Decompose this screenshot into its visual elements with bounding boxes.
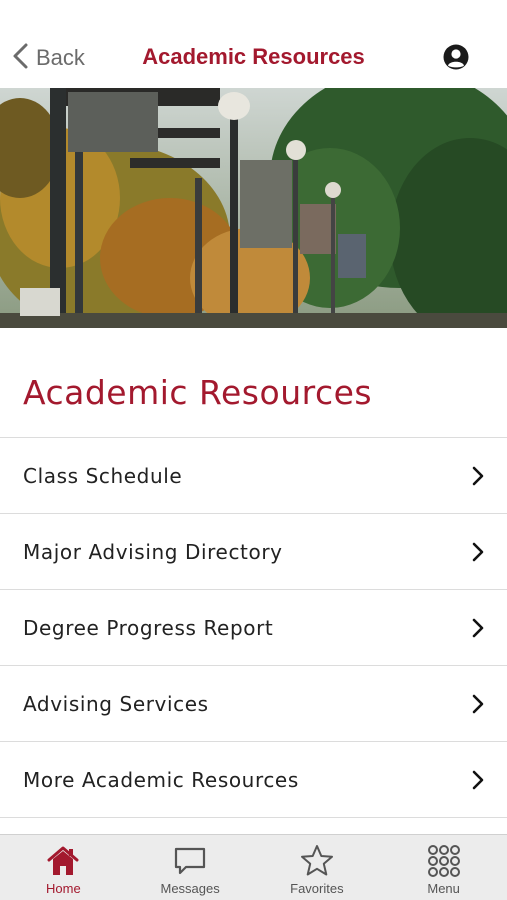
tab-messages[interactable]: Messages (127, 835, 254, 900)
tab-home[interactable]: Home (0, 835, 127, 900)
list-item-advising-services[interactable]: Advising Services (0, 666, 507, 742)
grid-menu-icon (427, 845, 460, 877)
back-button[interactable]: Back (10, 38, 85, 78)
user-circle-icon (443, 44, 469, 70)
list-item-class-schedule[interactable]: Class Schedule (0, 438, 507, 514)
list-item-label: Class Schedule (23, 463, 183, 488)
list-item-label: Advising Services (23, 691, 209, 716)
star-icon (300, 845, 333, 876)
tab-label: Home (46, 881, 81, 896)
tab-menu[interactable]: Menu (380, 835, 507, 900)
message-icon (175, 847, 206, 875)
tab-label: Menu (427, 881, 460, 896)
profile-button[interactable] (443, 44, 469, 70)
back-label: Back (36, 45, 85, 70)
section-heading: Academic Resources (23, 373, 373, 412)
hero-campus-image (0, 88, 507, 328)
chevron-right-icon (472, 770, 484, 789)
chevron-left-icon (10, 42, 32, 75)
tab-label: Favorites (290, 881, 344, 896)
chevron-right-icon (472, 618, 484, 637)
chevron-right-icon (472, 542, 484, 561)
list-item-label: Major Advising Directory (23, 539, 283, 564)
list-item-label: Degree Progress Report (23, 615, 274, 640)
resource-list: Class Schedule Major Advising Directory … (0, 437, 507, 818)
list-item-more-academic-resources[interactable]: More Academic Resources (0, 742, 507, 818)
list-item-label: More Academic Resources (23, 767, 299, 792)
home-icon (47, 846, 79, 875)
tab-label: Messages (160, 881, 220, 896)
tab-favorites[interactable]: Favorites (254, 835, 381, 900)
chevron-right-icon (472, 466, 484, 485)
list-item-major-advising-directory[interactable]: Major Advising Directory (0, 514, 507, 590)
chevron-right-icon (472, 694, 484, 713)
bottom-tab-bar: Home Messages Favorites Menu (0, 834, 507, 900)
list-item-degree-progress-report[interactable]: Degree Progress Report (0, 590, 507, 666)
top-navigation-bar: Back Academic Resources (0, 0, 507, 88)
